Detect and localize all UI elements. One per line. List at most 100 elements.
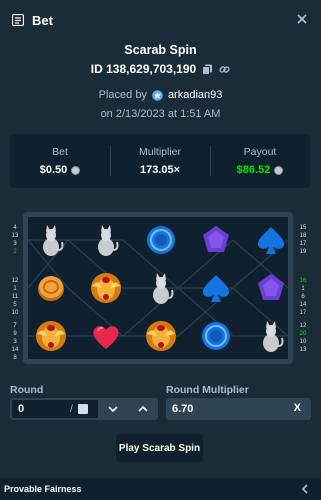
reel-symbol-blue-circle xyxy=(141,220,181,260)
reel-symbol-blue-spade xyxy=(196,268,236,308)
left-payline-number: 3 xyxy=(13,241,17,247)
bet-stats-panel: Bet $0.50 Multiplier 173.05× Payout $86.… xyxy=(10,134,310,188)
coin-icon xyxy=(274,165,284,175)
reel-symbol-purple-pentagon xyxy=(196,220,236,260)
cat-icon xyxy=(263,321,284,352)
round-field: 0 / xyxy=(10,398,158,420)
round-value[interactable]: 0 xyxy=(12,403,70,415)
bet-label: Bet xyxy=(52,146,68,158)
reel-symbol-heart xyxy=(86,316,126,356)
heart-icon xyxy=(93,326,119,349)
right-payline-number: 19 xyxy=(299,249,307,255)
round-total-box xyxy=(78,404,88,414)
round-multiplier-label: Round Multiplier xyxy=(166,384,249,396)
blue-circle-icon xyxy=(147,226,175,254)
cat-icon xyxy=(153,273,174,304)
scarab-icon xyxy=(91,273,121,303)
right-payline-number: 6 xyxy=(301,294,305,300)
blue-spade-icon xyxy=(258,227,284,254)
right-payline-number: 15 xyxy=(299,225,307,231)
play-scarab-spin-button[interactable]: Play Scarab Spin xyxy=(116,434,203,462)
reel-symbol-cat xyxy=(86,220,126,260)
blue-spade-icon xyxy=(203,275,229,302)
left-payline-number: 1 xyxy=(13,286,17,292)
reel-symbol-cat xyxy=(251,316,291,356)
left-payline-number: 13 xyxy=(11,233,19,239)
payout-label: Payout xyxy=(243,146,277,158)
vip-star-icon xyxy=(152,89,163,101)
left-payline-number: 9 xyxy=(13,331,17,337)
round-multiplier-value: 6.70 xyxy=(172,403,194,415)
username-link[interactable]: arkadian93 xyxy=(168,89,222,101)
blue-circle-icon xyxy=(202,322,230,350)
chevron-up-icon xyxy=(138,406,148,412)
left-payline-number: 5 xyxy=(13,302,17,308)
multiplier-label: Multiplier xyxy=(138,146,181,158)
payout-amount: $86.52 xyxy=(237,164,284,176)
multiplier-value: 173.05× xyxy=(139,164,181,176)
right-payline-number: 17 xyxy=(299,241,307,247)
left-payline-number: 11 xyxy=(11,294,19,300)
right-payline-number: 1 xyxy=(301,286,305,292)
scarab-icon xyxy=(36,321,66,351)
close-icon[interactable] xyxy=(295,12,309,26)
placed-by: Placed by arkadian93 xyxy=(0,89,321,101)
payout-stat: Payout $86.52 xyxy=(210,134,310,188)
round-label: Round xyxy=(10,384,44,396)
chevron-left-icon[interactable] xyxy=(301,484,309,494)
left-payline-number: 10 xyxy=(11,310,19,316)
payout-amount-value: $86.52 xyxy=(236,164,271,176)
cat-icon xyxy=(98,225,119,256)
reel-symbol-scarab xyxy=(141,316,181,356)
round-decrement-button[interactable] xyxy=(98,398,128,420)
cat-icon xyxy=(43,225,64,256)
round-multiplier-field[interactable]: 6.70 X xyxy=(166,398,311,420)
reel-board xyxy=(28,217,288,359)
game-title[interactable]: Scarab Spin xyxy=(0,43,321,57)
right-payline-number: 14 xyxy=(299,302,307,308)
left-payline-number: 3 xyxy=(13,339,17,345)
purple-pentagon-icon xyxy=(203,226,229,252)
scarab-icon xyxy=(146,321,176,351)
reel-symbol-scarab xyxy=(86,268,126,308)
reel-symbol-scarab xyxy=(31,316,71,356)
provable-fairness-label: Provable Fairness xyxy=(4,484,82,494)
left-payline-number: 12 xyxy=(11,278,19,284)
reel-symbol-cat xyxy=(31,220,71,260)
modal-header: Bet xyxy=(0,0,321,40)
bet-date: on 2/13/2023 at 1:51 AM xyxy=(100,108,221,120)
left-payline-number: 7 xyxy=(13,323,17,329)
bet-amount-value: $0.50 xyxy=(39,164,68,176)
bet-id-row: ID 138,629,703,190 xyxy=(0,62,321,76)
reel-symbol-coin xyxy=(31,268,71,308)
reel-symbol-cat xyxy=(141,268,181,308)
coin-icon xyxy=(38,276,64,301)
right-payline-number: 13 xyxy=(299,347,307,353)
right-payline-number: 12 xyxy=(299,323,307,329)
round-slash: / xyxy=(70,403,73,415)
left-payline-number: 4 xyxy=(13,225,17,231)
left-payline-number: 14 xyxy=(11,347,19,353)
reel-symbol-blue-circle xyxy=(196,316,236,356)
clear-multiplier-button[interactable]: X xyxy=(294,402,301,414)
chevron-down-icon xyxy=(108,406,118,412)
reel-symbol-blue-spade xyxy=(251,220,291,260)
right-payline-number: 17 xyxy=(299,310,307,316)
right-payline-number: 10 xyxy=(299,339,307,345)
purple-pentagon-icon xyxy=(258,274,284,300)
right-payline-number: 18 xyxy=(299,233,307,239)
placed-by-label: Placed by xyxy=(98,89,147,101)
round-increment-button[interactable] xyxy=(128,398,158,420)
coin-icon xyxy=(71,165,81,175)
copy-icon[interactable] xyxy=(202,64,213,75)
bet-icon xyxy=(12,14,24,26)
right-payline-number: 20 xyxy=(299,331,307,337)
left-payline-number: 8 xyxy=(13,355,17,361)
bet-stat: Bet $0.50 xyxy=(10,134,110,188)
bet-amount: $0.50 xyxy=(40,164,81,176)
right-payline-number: 16 xyxy=(299,278,307,284)
link-icon[interactable] xyxy=(219,64,230,75)
bet-id: ID 138,629,703,190 xyxy=(90,62,197,76)
provable-fairness-bar[interactable]: Provable Fairness xyxy=(0,478,321,500)
multiplier-stat: Multiplier 173.05× xyxy=(110,134,210,188)
